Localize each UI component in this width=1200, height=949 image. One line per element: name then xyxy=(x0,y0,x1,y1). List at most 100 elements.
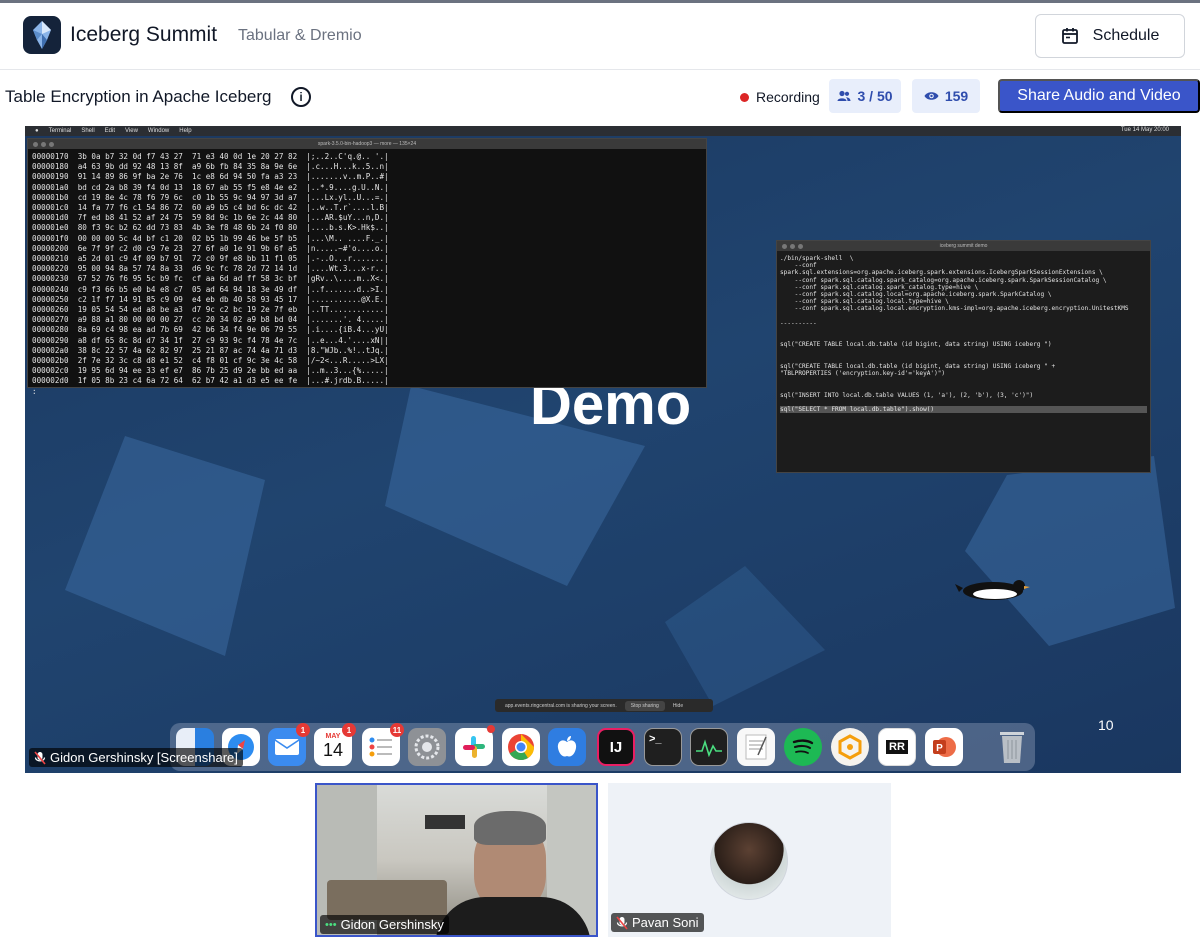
attendee-count: 3 / 50 xyxy=(857,88,893,104)
iceberg-shape xyxy=(965,456,1175,646)
screen-share-banner: app.events.ringcentral.com is sharing yo… xyxy=(495,699,713,712)
apple-logo-icon xyxy=(557,736,577,757)
spark-shell-code: ./bin/spark-shell \ --conf spark.sql.ext… xyxy=(777,251,1150,417)
app-header: Iceberg Summit Tabular & Dremio Schedule xyxy=(0,3,1200,70)
recording-indicator: Recording xyxy=(740,89,820,105)
system-settings-icon[interactable] xyxy=(408,728,446,766)
participant-name: Pavan Soni xyxy=(632,915,699,930)
mac-menu-item[interactable]: Terminal xyxy=(49,128,72,134)
intellij-icon[interactable]: IJ xyxy=(597,728,635,766)
reminders-badge: 11 xyxy=(390,723,404,737)
hide-banner-button[interactable]: Hide xyxy=(673,703,683,709)
people-icon xyxy=(837,90,851,101)
chrome-logo-icon xyxy=(508,734,535,761)
mic-muted-icon xyxy=(34,750,46,765)
schedule-button[interactable]: Schedule xyxy=(1035,14,1185,58)
reminders-icon[interactable]: 11 xyxy=(362,723,404,766)
list-icon xyxy=(369,737,392,757)
slide-page-number: 10 xyxy=(1098,717,1114,733)
mac-menu-item[interactable]: View xyxy=(125,128,138,134)
participant-name: Gidon Gershinsky xyxy=(340,917,444,932)
participant-tile-gidon[interactable]: ••• Gidon Gershinsky xyxy=(315,783,598,937)
slack-logo-icon xyxy=(463,736,485,758)
stop-sharing-button[interactable]: Stop sharing xyxy=(624,700,665,711)
unarchiver-icon[interactable] xyxy=(831,728,869,766)
mac-clock: Tue 14 May 20:00 xyxy=(1120,127,1169,133)
apple-icon[interactable]: ● xyxy=(35,128,39,134)
view-count-badge[interactable]: 159 xyxy=(912,79,980,113)
self-service-icon[interactable] xyxy=(548,728,586,766)
spark-shell-commands: ./bin/spark-shell \ --conf spark.sql.ext… xyxy=(780,255,1129,399)
mail-badge: 1 xyxy=(296,723,310,737)
terminal-title: spark-3.5.0-bin-hadoop3 — more — 135×24 xyxy=(317,141,417,147)
brand-name[interactable]: Iceberg Summit xyxy=(70,23,217,47)
presenter-name: Gidon Gershinsky [Screenshare] xyxy=(50,750,238,765)
hex-terminal-window[interactable]: spark-3.5.0-bin-hadoop3 — more — 135×24 … xyxy=(27,138,707,396)
chrome-icon[interactable] xyxy=(502,728,540,766)
speaking-dots-icon: ••• xyxy=(325,918,337,931)
iceberg-shape xyxy=(665,566,825,706)
terminal-titlebar[interactable]: spark-3.5.0-bin-hadoop3 — more — 135×24 xyxy=(28,139,706,149)
notes-title: iceberg summit demo xyxy=(939,243,988,249)
participant-avatar xyxy=(710,822,788,900)
presenter-name-tag: Gidon Gershinsky [Screenshare] xyxy=(29,748,243,767)
mac-menu-item[interactable]: Window xyxy=(148,128,169,134)
rr-label: RR xyxy=(886,740,908,754)
powerpoint-icon[interactable]: P xyxy=(925,728,963,766)
calendar-badge: 1 xyxy=(342,723,356,737)
highlighted-command: sql("SELECT * FROM local.db.table").show… xyxy=(780,406,1147,414)
mail-icon[interactable]: 1 xyxy=(268,723,310,766)
schedule-label: Schedule xyxy=(1092,27,1160,44)
mac-menu-item[interactable]: Shell xyxy=(81,128,94,134)
eye-icon xyxy=(924,92,939,100)
svg-text:P: P xyxy=(936,743,943,754)
envelope-icon xyxy=(274,739,300,755)
mac-menu-item[interactable]: Help xyxy=(179,128,191,134)
slack-icon[interactable] xyxy=(455,725,495,766)
attendee-count-badge[interactable]: 3 / 50 xyxy=(829,79,901,113)
hexagon-icon xyxy=(838,734,862,760)
organizer-name: Tabular & Dremio xyxy=(238,27,362,44)
calendar-icon xyxy=(1061,28,1078,44)
hex-dump-output: 00000170 3b 0a b7 32 0d f7 43 27 71 e3 4… xyxy=(32,152,389,396)
view-count: 159 xyxy=(944,88,969,104)
calendar-app-icon[interactable]: MAY 14 1 xyxy=(314,723,356,766)
air-conditioner-shape xyxy=(425,815,465,829)
penguin-icon xyxy=(955,580,1030,600)
info-icon[interactable]: i xyxy=(291,87,311,107)
participant-hair xyxy=(474,811,546,845)
activity-monitor-icon[interactable] xyxy=(690,728,728,766)
gear-icon xyxy=(414,734,440,760)
spotify-icon[interactable] xyxy=(784,728,822,766)
trash-icon[interactable] xyxy=(993,728,1031,766)
recording-label: Recording xyxy=(756,89,820,105)
iceberg-logo[interactable] xyxy=(23,16,61,54)
mac-menubar: ● Terminal Shell Edit View Window Help T… xyxy=(25,126,1181,136)
sofa-shape xyxy=(327,880,447,920)
share-audio-video-button[interactable]: Share Audio and Video xyxy=(998,79,1200,113)
recording-dot-icon xyxy=(740,92,749,102)
spark-shell-notes-window[interactable]: iceberg summit demo ./bin/spark-shell \ … xyxy=(776,240,1151,473)
trash-can-icon xyxy=(1000,732,1024,763)
document-icon xyxy=(745,734,767,760)
participant-name-tag: Pavan Soni xyxy=(611,913,704,932)
rr-preview-icon[interactable]: RR xyxy=(878,728,916,766)
mic-muted-icon xyxy=(616,915,628,930)
mac-menu-item[interactable]: Edit xyxy=(105,128,115,134)
slack-badge-icon xyxy=(487,725,495,733)
textedit-icon[interactable] xyxy=(737,728,775,766)
activity-graph-icon xyxy=(696,739,722,757)
screenshare-view: ● Terminal Shell Edit View Window Help T… xyxy=(25,126,1181,773)
iceberg-shape xyxy=(65,436,265,656)
terminal-app-icon[interactable]: >_ xyxy=(644,728,682,766)
powerpoint-logo-icon: P xyxy=(933,737,956,757)
session-toolbar: Table Encryption in Apache Iceberg i Rec… xyxy=(0,74,1200,120)
notes-titlebar[interactable]: iceberg summit demo xyxy=(777,241,1150,251)
spotify-waves-icon xyxy=(792,739,814,754)
iceberg-logo-icon xyxy=(33,21,51,49)
calendar-month: MAY xyxy=(325,733,341,740)
calendar-day: 14 xyxy=(322,740,344,760)
session-title: Table Encryption in Apache Iceberg xyxy=(5,87,272,106)
participant-name-tag: ••• Gidon Gershinsky xyxy=(320,915,449,934)
share-banner-text: app.events.ringcentral.com is sharing yo… xyxy=(505,702,617,709)
